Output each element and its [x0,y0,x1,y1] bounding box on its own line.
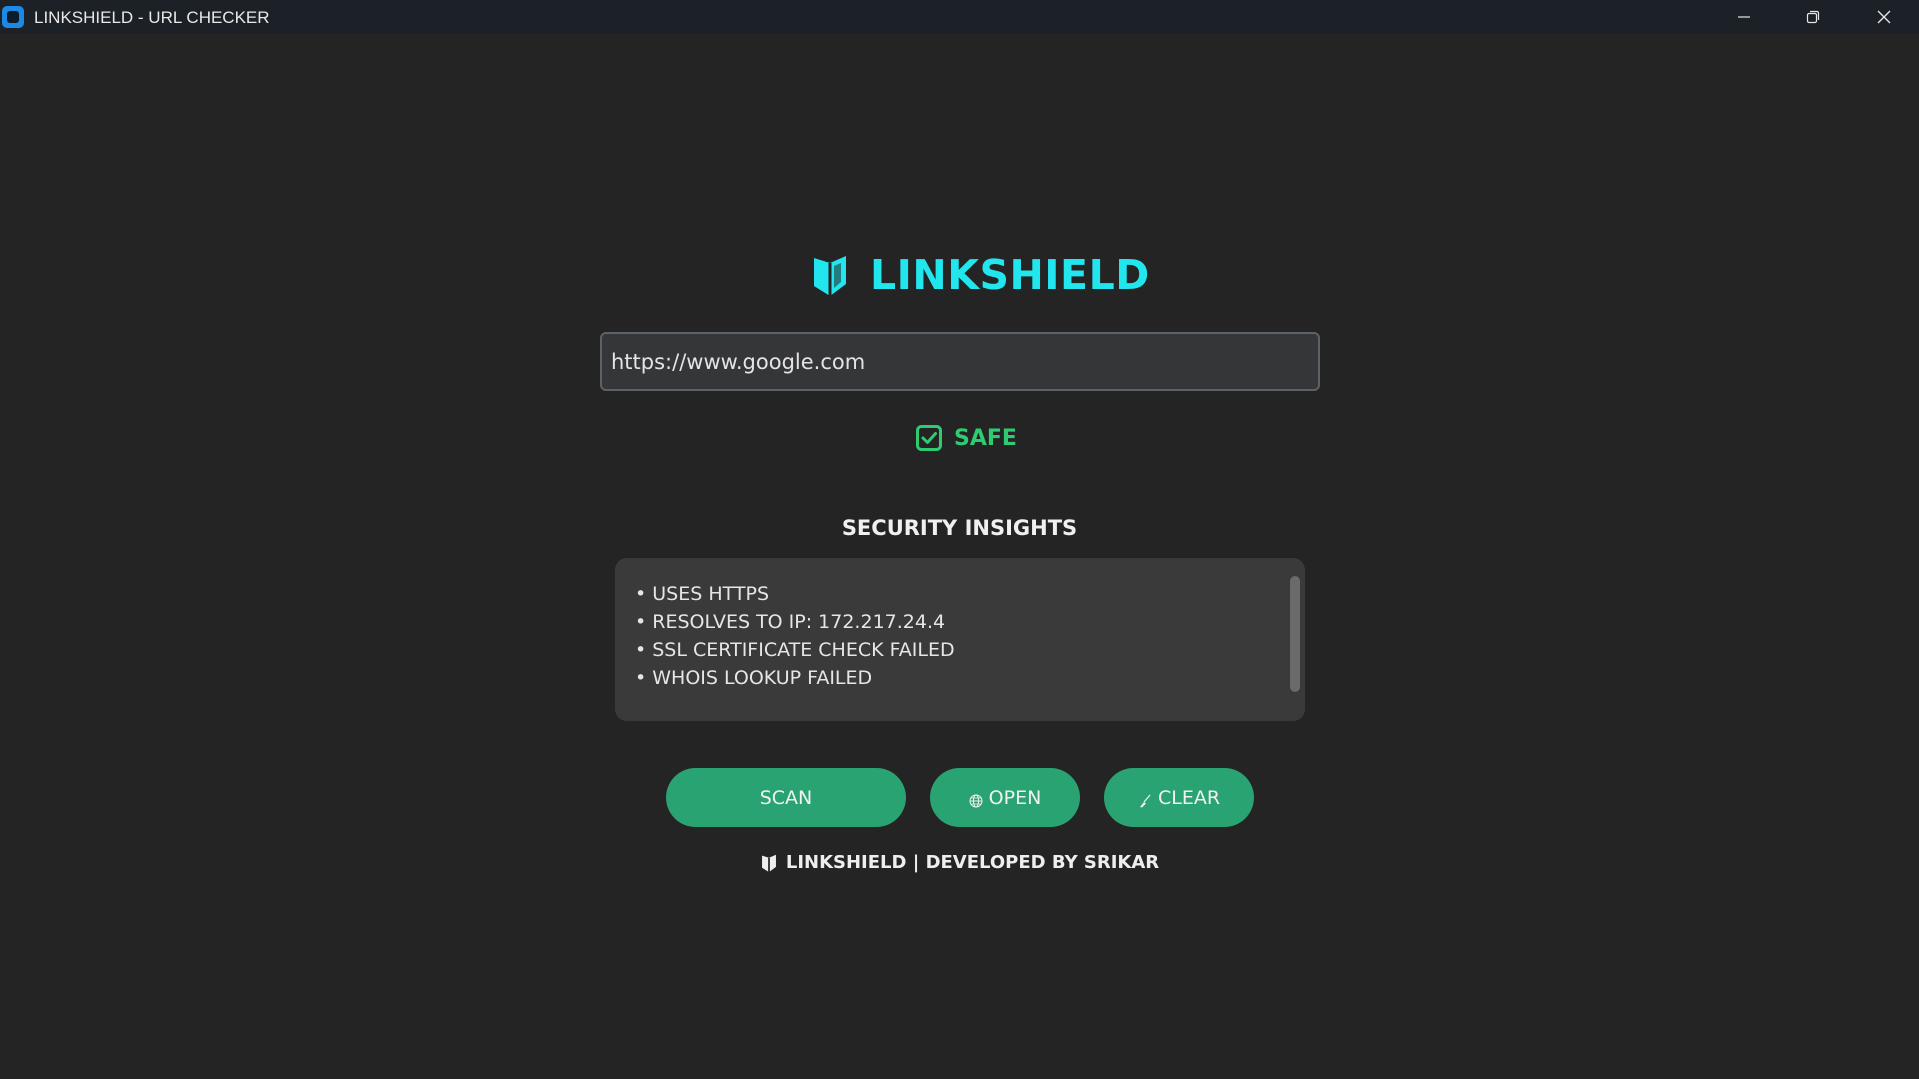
footer: LINKSHIELD | DEVELOPED BY SRIKAR [0,852,1919,873]
footer-text: LINKSHIELD | DEVELOPED BY SRIKAR [785,852,1160,873]
globe-icon [969,794,983,807]
insight-item: • SSL CERTIFICATE CHECK FAILED [635,639,955,661]
insight-item: • WHOIS LOOKUP FAILED [635,667,873,689]
app-title: LINKSHIELD [870,251,1150,299]
minimize-button[interactable] [1710,0,1778,34]
open-button-label: OPEN [988,786,1042,809]
clear-button[interactable]: CLEAR [1104,768,1254,827]
broom-icon [1139,794,1151,807]
insight-item: • RESOLVES TO IP: 172.217.24.4 [635,611,946,633]
shield-icon [814,256,846,296]
status-indicator: SAFE [915,423,1017,453]
insights-scrollbar[interactable] [1290,576,1300,692]
insights-list: • USES HTTPS • RESOLVES TO IP: 172.217.2… [635,580,955,692]
insights-heading: SECURITY INSIGHTS [841,516,1078,540]
insight-item: • USES HTTPS [635,583,770,605]
title-bar: LINKSHIELD - URL CHECKER [0,0,1919,34]
app-logo: LINKSHIELD [810,250,1150,300]
scan-button[interactable]: SCAN [666,768,906,827]
status-label: SAFE [954,425,1017,451]
clear-button-label: CLEAR [1157,786,1221,809]
open-button[interactable]: OPEN [930,768,1080,827]
scan-button-label: SCAN [759,786,813,809]
insights-panel: • USES HTTPS • RESOLVES TO IP: 172.217.2… [615,558,1305,721]
checkbox-checked-icon [916,425,942,451]
restore-icon [1806,10,1820,24]
url-input[interactable] [600,332,1320,391]
window-title: LINKSHIELD - URL CHECKER [34,8,270,27]
app-icon [2,6,24,28]
minimize-icon [1738,16,1750,18]
shield-icon [760,853,778,873]
restore-button[interactable] [1779,0,1847,34]
close-icon [1877,10,1891,24]
close-button[interactable] [1850,0,1918,34]
